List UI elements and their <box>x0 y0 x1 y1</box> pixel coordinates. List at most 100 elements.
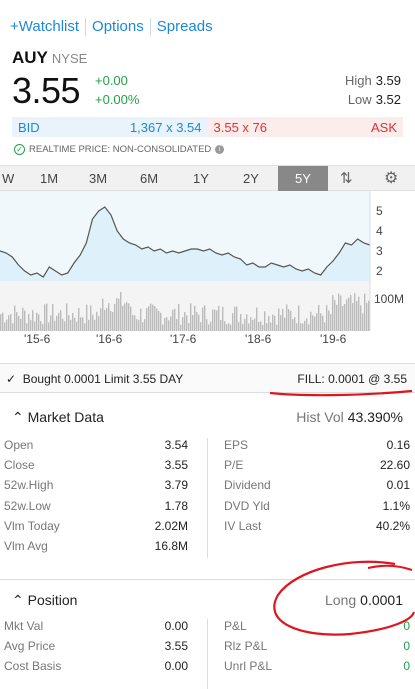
volume-bar <box>96 311 98 331</box>
volume-bar <box>110 311 112 331</box>
volume-bar <box>112 311 114 331</box>
volume-bar <box>308 324 310 331</box>
hist-vol-value: 43.390% <box>347 409 403 425</box>
volume-bar <box>284 317 286 331</box>
range-6m[interactable]: 6M <box>140 171 158 186</box>
separator <box>149 18 151 36</box>
stat-label: Unrl P&L <box>224 659 273 674</box>
volume-bar <box>118 298 120 331</box>
volume-bar <box>360 305 362 331</box>
volume-bar <box>8 315 10 331</box>
volume-bar <box>310 311 312 331</box>
volume-bar <box>90 305 92 331</box>
volume-bar <box>18 315 20 331</box>
position-header[interactable]: ⌃ Position Long 0.0001 <box>0 579 415 617</box>
gear-icon[interactable]: ⚙ <box>384 168 398 188</box>
volume-bar <box>336 304 338 331</box>
volume-bar <box>128 303 130 331</box>
bid-button[interactable]: BID 1,367 x 3.54 <box>12 117 208 137</box>
position-qty: Long 0.0001 <box>325 592 403 608</box>
volume-bar <box>354 293 356 331</box>
stat-label: DVD Yld <box>224 498 270 513</box>
right-stat-row: P/E 22.60 <box>0 458 415 478</box>
volume-bar <box>244 318 246 331</box>
high-row: High 3.59 <box>345 73 401 88</box>
volume-bar <box>318 305 320 331</box>
volume-bar <box>278 308 280 331</box>
volume-bar <box>330 314 332 331</box>
range-1y[interactable]: 1Y <box>193 171 209 186</box>
low-label: Low <box>347 92 372 107</box>
volume-bar <box>214 309 216 331</box>
stat-value: 0 <box>403 639 410 654</box>
volume-bar <box>312 315 314 331</box>
volume-bar <box>24 310 26 331</box>
volume-bar <box>344 304 346 331</box>
x-tick-19-6: '19-6 <box>320 332 347 346</box>
spreads-link[interactable]: Spreads <box>157 18 213 36</box>
market-data-header[interactable]: ⌃ Market Data Hist Vol 43.390% <box>0 397 415 435</box>
sort-arrows-icon[interactable]: ⇅ <box>340 169 353 187</box>
volume-bar <box>0 314 2 331</box>
volume-bar <box>328 310 330 331</box>
position-title: Position <box>27 592 78 608</box>
ask-label: ASK <box>370 119 397 135</box>
watchlist-link[interactable]: +Watchlist <box>10 18 79 36</box>
volume-bar <box>302 323 304 331</box>
volume-bar <box>272 314 274 331</box>
market-data-title: Market Data <box>27 409 104 425</box>
hist-vol: Hist Vol 43.390% <box>296 409 403 425</box>
volume-bar <box>32 310 34 331</box>
range-3m[interactable]: 3M <box>89 171 107 186</box>
info-icon[interactable]: i <box>215 145 225 154</box>
volume-bar <box>66 303 68 331</box>
symbol: AUY <box>12 48 48 67</box>
bid-label: BID <box>18 119 40 135</box>
range-selector: W 1M 3M 6M 1Y 2Y 5Y ⇅ ⚙ <box>0 165 415 191</box>
order-status-bar[interactable]: ✓ Bought 0.0001 Limit 3.55 DAY FILL: 0.0… <box>0 363 415 393</box>
volume-bar <box>224 321 226 331</box>
volume-bar <box>238 321 240 331</box>
volume-bar <box>294 317 296 331</box>
volume-bar <box>226 324 228 331</box>
volume-bar <box>88 319 90 331</box>
volume-bar <box>168 320 170 331</box>
volume-bar <box>362 313 364 331</box>
stat-value: 22.60 <box>379 458 410 473</box>
volume-bar <box>36 312 38 331</box>
volume-bar <box>78 307 80 331</box>
volume-bar <box>182 317 184 331</box>
volume-bar <box>194 305 196 331</box>
range-5y[interactable]: 5Y <box>278 166 328 191</box>
volume-bar <box>364 293 366 331</box>
volume-bar <box>332 295 334 331</box>
volume-bar <box>352 303 354 331</box>
price-change: +0.00 <box>95 73 128 88</box>
position-side: Long <box>325 592 357 608</box>
volume-bar <box>322 315 324 331</box>
range-2y[interactable]: 2Y <box>243 171 259 186</box>
price-chart[interactable]: 5 4 3 2 100M '15-6 '16-6 '17-6 '18-6 '19… <box>0 191 415 351</box>
volume-bar <box>334 300 336 331</box>
range-w[interactable]: W <box>2 171 14 186</box>
volume-bar <box>314 316 316 331</box>
price-change-pct: +0.00% <box>95 92 140 107</box>
volume-bar <box>60 310 62 331</box>
volume-bar <box>282 308 284 331</box>
volume-bar <box>320 313 322 331</box>
volume-bar <box>252 319 254 331</box>
volume-bar <box>54 320 56 331</box>
ask-button[interactable]: 3.55 x 76 ASK <box>207 117 403 137</box>
stat-value: 0 <box>403 659 410 674</box>
volume-bar <box>20 318 22 331</box>
options-link[interactable]: Options <box>92 18 144 36</box>
fill-text: FILL: 0.0001 @ 3.55 <box>297 372 407 386</box>
volume-bar <box>158 310 160 331</box>
volume-bar <box>286 304 288 331</box>
volume-bar <box>266 323 268 331</box>
volume-bar <box>100 308 102 331</box>
y-tick-4: 4 <box>376 224 383 238</box>
range-1m[interactable]: 1M <box>40 171 58 186</box>
volume-bar <box>102 298 104 331</box>
x-tick-17-6: '17-6 <box>170 332 197 346</box>
